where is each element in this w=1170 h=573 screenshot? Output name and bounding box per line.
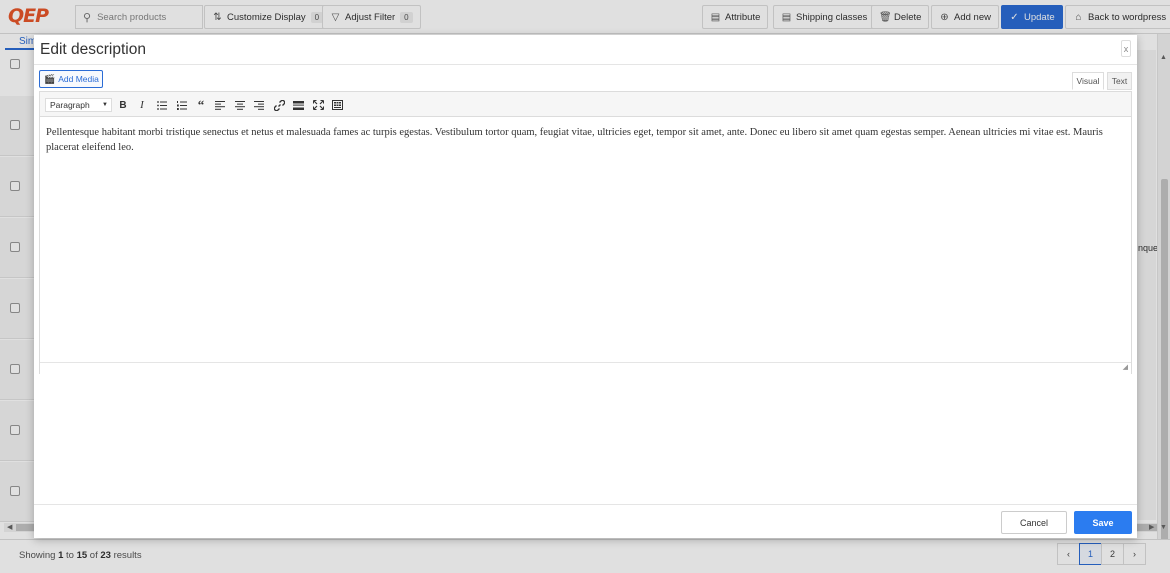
modal-footer: Cancel Save — [34, 504, 1137, 538]
link-icon[interactable] — [271, 97, 287, 113]
italic-icon[interactable]: I — [134, 97, 150, 113]
read-more-icon[interactable] — [290, 97, 306, 113]
bullet-list-icon[interactable] — [154, 97, 170, 113]
toolbar-toggle-icon[interactable] — [329, 97, 345, 113]
bold-icon[interactable]: B — [115, 97, 131, 113]
format-select[interactable]: Paragraph ▼ — [45, 98, 112, 112]
modal-title: Edit description — [40, 41, 146, 58]
tab-visual[interactable]: Visual — [1072, 72, 1104, 90]
numbered-list-icon[interactable] — [174, 97, 190, 113]
media-icon: 🎬 — [44, 73, 56, 84]
add-media-label: Add Media — [58, 74, 99, 84]
modal-header: Edit description x — [34, 35, 1137, 65]
editor-toolbar: Paragraph ▼ B I “ — [40, 92, 1131, 117]
blockquote-icon[interactable]: “ — [193, 97, 209, 113]
tab-text[interactable]: Text — [1107, 72, 1132, 90]
align-right-icon[interactable] — [251, 97, 267, 113]
align-left-icon[interactable] — [212, 97, 228, 113]
close-button[interactable]: x — [1121, 40, 1131, 57]
format-select-value: Paragraph — [50, 100, 90, 110]
rich-text-editor: Paragraph ▼ B I “ Pellentesque habitant … — [39, 91, 1132, 374]
fullscreen-icon[interactable] — [310, 97, 326, 113]
align-center-icon[interactable] — [232, 97, 248, 113]
edit-description-modal: Edit description x 🎬 Add Media Visual Te… — [34, 35, 1137, 538]
chevron-down-icon: ▼ — [102, 102, 108, 108]
save-button[interactable]: Save — [1074, 511, 1132, 534]
add-media-button[interactable]: 🎬 Add Media — [39, 70, 103, 88]
resize-handle-icon[interactable]: ◢ — [1123, 363, 1128, 371]
editor-content[interactable]: Pellentesque habitant morbi tristique se… — [46, 125, 1121, 155]
editor-status-bar: ◢ — [40, 362, 1131, 374]
cancel-button[interactable]: Cancel — [1001, 511, 1067, 534]
